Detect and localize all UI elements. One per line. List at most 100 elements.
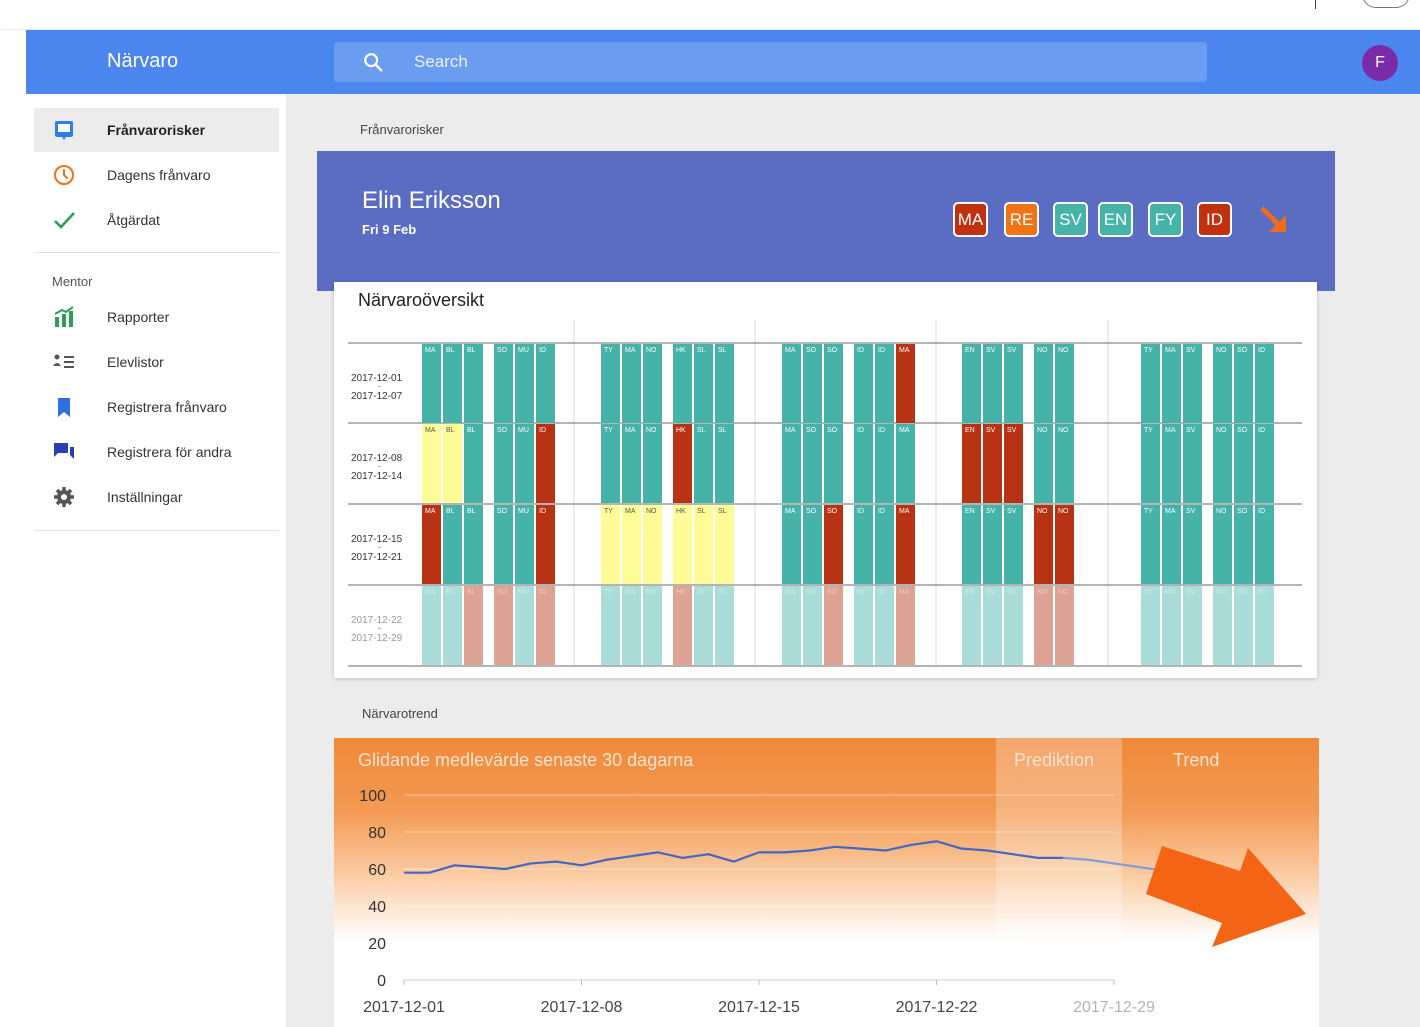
sidebar-item-label: Frånvarorisker [107,122,206,138]
lesson-cell [1183,505,1202,584]
lesson-code: ID [1258,427,1265,434]
lesson-code: MU [518,427,529,434]
lesson-code: NO [1037,347,1048,354]
lesson-cell [622,505,641,584]
lesson-code: SV [1186,508,1196,515]
arrow-down-right-icon [1146,846,1306,947]
lesson-cell [803,344,822,423]
lesson-cell [896,424,915,503]
lesson-cell [536,344,555,423]
lesson-cell [803,586,822,665]
student-card: Elin Eriksson Fri 9 Feb MA RE SV EN FY I… [317,151,1335,291]
lesson-cell [1183,344,1202,423]
arrow-down-right-icon [1260,206,1286,232]
lesson-cell [824,424,843,503]
lesson-code: SL [697,427,706,434]
lesson-cell [515,586,534,665]
lesson-code: ID [1258,589,1265,596]
lesson-code: SV [1007,589,1017,596]
lesson-cell [1034,586,1053,665]
sidebar-item-rapporter[interactable]: Rapporter [34,295,279,339]
lesson-cell [782,344,801,423]
list-icon [53,354,74,368]
subject-badge-id[interactable]: ID [1197,202,1232,237]
divider [34,252,279,253]
avatar[interactable]: F [1362,45,1398,81]
lesson-code: TY [1144,347,1153,354]
subject-badge-ma[interactable]: MA [953,202,988,237]
lesson-cell [1234,505,1253,584]
lesson-cell [962,586,981,665]
sidebar-item-label: Elevlistor [107,354,164,370]
lesson-cell [515,424,534,503]
attendance-line [404,840,1064,874]
lesson-code: SV [986,347,996,354]
search-input[interactable] [414,50,1174,74]
lesson-cell [643,505,662,584]
lesson-cell [601,505,620,584]
lesson-code: NO [1058,508,1069,515]
lesson-cell [854,424,873,503]
sidebar-item-registrera-franvaro[interactable]: Registrera frånvaro [34,385,279,429]
y-tick-label: 80 [368,825,386,842]
subject-badge-sv[interactable]: SV [1053,202,1088,237]
y-tick-label: 60 [368,862,386,879]
lesson-code: EN [965,508,975,515]
lesson-code: MA [425,589,436,596]
lesson-code: MA [785,427,796,434]
chat-icon [54,443,74,459]
lesson-code: HK [676,589,686,596]
lesson-code: ID [878,347,885,354]
sidebar-item-label: Åtgärdat [107,212,160,228]
lesson-code: SO [497,589,508,596]
lesson-code: MA [625,427,636,434]
lesson-cell [1255,586,1274,665]
lesson-code: MA [1165,427,1176,434]
lesson-code: SL [697,508,706,515]
lesson-code: MA [625,347,636,354]
subject-badge-en[interactable]: EN [1098,202,1133,237]
lesson-code: ID [1258,347,1265,354]
lesson-code: SV [1007,347,1017,354]
lesson-cell [1213,505,1232,584]
subject-badge-fy[interactable]: FY [1148,202,1183,237]
sidebar-item-franvarorisker[interactable]: Frånvarorisker [34,108,279,152]
lesson-code: ID [878,508,885,515]
lesson-cell [443,424,462,503]
lesson-cell [622,344,641,423]
lesson-code: ID [857,427,864,434]
lesson-code: SL [718,508,727,515]
lesson-code: SV [986,508,996,515]
lesson-cell [1183,586,1202,665]
lesson-cell [715,424,734,503]
sidebar-item-label: Rapporter [107,309,170,325]
sidebar-item-registrera-for-andra[interactable]: Registrera för andra [34,430,279,474]
lesson-cell [962,344,981,423]
lesson-cell [643,586,662,665]
sidebar-item-installningar[interactable]: Inställningar [34,475,279,519]
lesson-code: BL [467,427,476,434]
sidebar-item-label: Dagens frånvaro [107,167,211,183]
divider [34,530,279,531]
lesson-code: TY [604,347,613,354]
lesson-cell [1055,424,1074,503]
sidebar-item-dagens-franvaro[interactable]: Dagens frånvaro [34,153,279,197]
lesson-cell [673,344,692,423]
lesson-code: SO [806,347,817,354]
search-bar[interactable] [334,42,1207,82]
subject-badge-re[interactable]: RE [1004,202,1039,237]
sidebar-item-elevlistor[interactable]: Elevlistor [34,340,279,384]
sidebar-item-label: Registrera för andra [107,444,232,460]
lesson-code: BL [467,589,476,596]
sidebar-item-atgardat[interactable]: Åtgärdat [34,198,279,242]
lesson-code: EN [965,589,975,596]
lesson-code: NO [1037,589,1048,596]
lesson-code: MA [899,589,910,596]
lesson-cell [443,344,462,423]
lesson-code: MA [425,508,436,515]
window-corner [1362,0,1410,8]
lesson-code: MA [899,347,910,354]
lesson-code: MU [518,508,529,515]
lesson-code: HK [676,427,686,434]
lesson-cell [601,344,620,423]
